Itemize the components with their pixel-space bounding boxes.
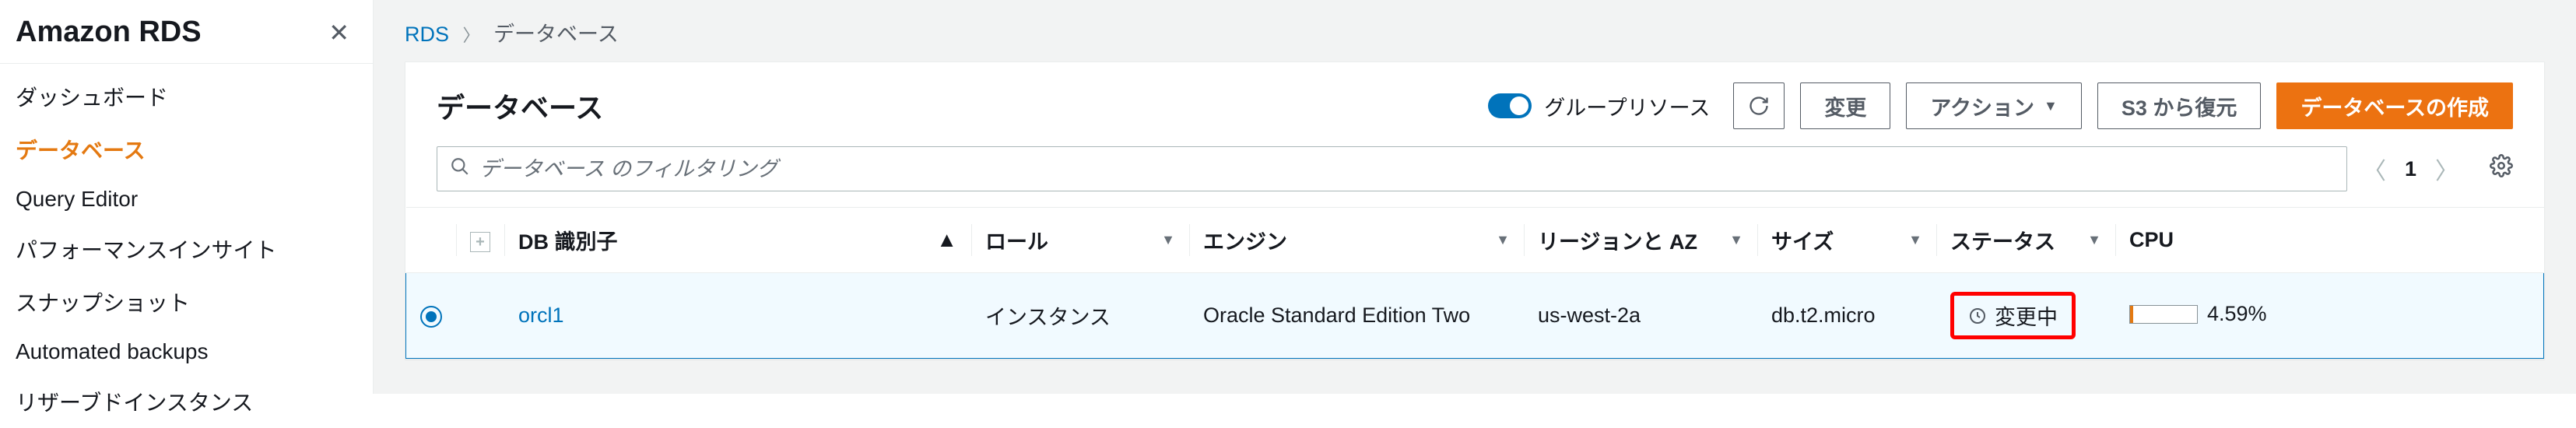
col-cpu[interactable]: CPU (2115, 208, 2544, 273)
group-resources-label: グループリソース (1544, 91, 1710, 121)
main-content: RDS 〉 データベース データベース グループリソース 変更 アクション (374, 0, 2576, 394)
pagination: 〈 1 〉 (2363, 152, 2458, 186)
page-next-button[interactable]: 〉 (2435, 152, 2458, 186)
sort-icon: ▼ (1161, 232, 1175, 248)
sidebar-item-automated-backups[interactable]: Automated backups (0, 328, 373, 375)
row-engine: Oracle Standard Edition Two (1203, 303, 1470, 327)
col-engine[interactable]: エンジン▼ (1189, 208, 1524, 273)
sidebar-item-reserved-instances[interactable]: リザーブドインスタンス (0, 375, 373, 428)
cpu-meter: 4.59% (2129, 302, 2267, 326)
row-size: db.t2.micro (1771, 303, 1876, 327)
actions-button[interactable]: アクション ▼ (1906, 82, 2081, 129)
col-size[interactable]: サイズ▼ (1757, 208, 1936, 273)
filter-input[interactable] (479, 157, 2334, 181)
col-status[interactable]: ステータス▼ (1936, 208, 2115, 273)
sidebar-item-query-editor[interactable]: Query Editor (0, 176, 373, 223)
row-role: インスタンス (985, 306, 1111, 329)
status-badge: 変更中 (1950, 292, 2076, 339)
breadcrumb-root[interactable]: RDS (405, 23, 449, 46)
page-prev-button[interactable]: 〈 (2363, 152, 2386, 186)
col-region-az[interactable]: リージョンと AZ▼ (1524, 208, 1757, 273)
modify-button[interactable]: 変更 (1800, 82, 1890, 129)
sort-icon: ▼ (1729, 232, 1743, 248)
sort-asc-icon: ▲ (936, 228, 957, 252)
breadcrumb: RDS 〉 データベース (405, 0, 2545, 61)
expand-all-icon[interactable]: + (470, 232, 490, 252)
sort-icon: ▼ (1908, 232, 1922, 248)
table-row[interactable]: orcl1 インスタンス Oracle Standard Edition Two… (406, 273, 2544, 359)
sidebar-item-performance-insights[interactable]: パフォーマンスインサイト (0, 223, 373, 275)
divider (0, 63, 373, 64)
row-radio[interactable] (420, 306, 442, 328)
service-title: Amazon RDS (16, 16, 202, 49)
db-identifier-link[interactable]: orcl1 (518, 303, 564, 327)
search-icon (450, 156, 470, 182)
clock-icon (1968, 307, 1987, 325)
sort-icon: ▼ (2087, 232, 2101, 248)
page-title: データベース (437, 86, 603, 126)
breadcrumb-current: データベース (493, 23, 619, 46)
gear-icon (2490, 154, 2513, 177)
restore-from-s3-button[interactable]: S3 から復元 (2097, 82, 2262, 129)
create-database-button[interactable]: データベースの作成 (2276, 82, 2513, 129)
settings-button[interactable] (2490, 154, 2513, 184)
refresh-button[interactable] (1733, 82, 1785, 129)
sidebar-item-dashboard[interactable]: ダッシュボード (0, 70, 373, 123)
filter-input-wrap[interactable] (437, 146, 2347, 191)
close-icon[interactable]: ✕ (328, 18, 349, 47)
group-resources-toggle[interactable] (1488, 93, 1532, 118)
chevron-right-icon: 〉 (463, 26, 480, 45)
col-db-identifier[interactable]: DB 識別子▲ (504, 208, 971, 273)
page-number: 1 (2405, 157, 2416, 181)
databases-panel: データベース グループリソース 変更 アクション ▼ S3 から復元 (405, 61, 2545, 360)
sidebar-item-databases[interactable]: データベース (0, 123, 373, 176)
row-region-az: us-west-2a (1538, 303, 1641, 327)
sort-icon: ▼ (1496, 232, 1510, 248)
caret-down-icon: ▼ (2044, 98, 2058, 114)
sidebar-item-snapshots[interactable]: スナップショット (0, 275, 373, 328)
cpu-value: 4.59% (2207, 302, 2267, 326)
sidebar: Amazon RDS ✕ ダッシュボード データベース Query Editor… (0, 0, 374, 394)
col-role[interactable]: ロール▼ (971, 208, 1189, 273)
databases-table: + DB 識別子▲ ロール▼ エンジン▼ リージョンと AZ▼ (405, 207, 2544, 359)
refresh-icon (1748, 95, 1770, 117)
